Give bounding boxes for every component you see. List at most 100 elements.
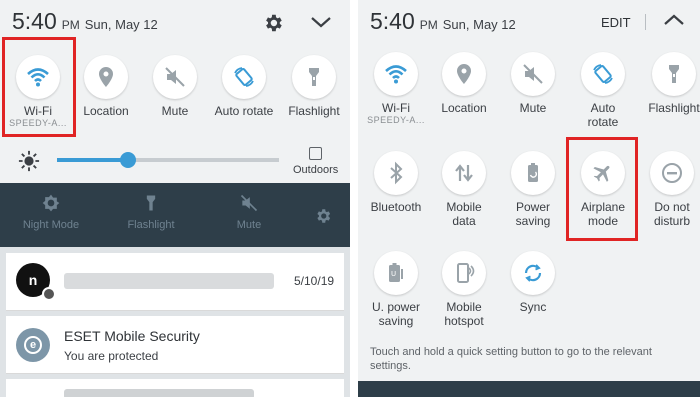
sync-icon bbox=[511, 251, 555, 295]
mobile-data-icon bbox=[442, 151, 486, 195]
airplane-mode-highlight-box bbox=[566, 137, 638, 241]
night-mode-icon bbox=[42, 194, 60, 212]
tile-ultra-power-saving[interactable]: U U. power saving bbox=[358, 251, 434, 328]
date: Sun, May 12 bbox=[84, 17, 158, 32]
outdoors-label: Outdoors bbox=[293, 164, 339, 176]
flashlight-icon bbox=[652, 52, 696, 96]
ultra-power-saving-icon: U bbox=[374, 251, 418, 295]
tile-sync[interactable]: Sync bbox=[495, 251, 571, 314]
notification-title: ESET Mobile Security bbox=[64, 328, 200, 344]
wifi-network-name: SPEEDY-A... bbox=[367, 115, 425, 125]
tile-label: Wi-Fi bbox=[382, 101, 410, 115]
tile-wifi[interactable]: Wi-Fi SPEEDY-A... bbox=[358, 52, 434, 126]
notification-card[interactable]: n 5/10/19 bbox=[6, 253, 344, 311]
tile-location[interactable]: Location bbox=[68, 55, 144, 118]
hotspot-icon bbox=[442, 251, 486, 295]
dark-item-mute[interactable]: Mute bbox=[204, 193, 294, 231]
gear-icon[interactable] bbox=[262, 12, 284, 39]
tile-label-line2: data bbox=[452, 214, 476, 228]
tile-mute[interactable]: Mute bbox=[137, 55, 213, 118]
tile-power-saving[interactable]: Power saving bbox=[495, 151, 571, 228]
am-pm: PM bbox=[61, 18, 80, 32]
auto-rotate-icon bbox=[581, 52, 625, 96]
brightness-icon bbox=[18, 150, 40, 177]
tile-label: Auto rotate bbox=[214, 104, 274, 118]
divider bbox=[645, 14, 646, 30]
tile-do-not-disturb[interactable]: Do not disturb bbox=[634, 151, 700, 228]
avatar-letter: n bbox=[28, 272, 38, 288]
chevron-down-icon[interactable] bbox=[310, 14, 332, 35]
tile-label-line2: rotate bbox=[587, 115, 619, 129]
app-badge-icon bbox=[42, 287, 56, 301]
wifi-highlight-box bbox=[2, 37, 76, 137]
notification-quick-bar: Night Mode Flashlight Mute bbox=[0, 183, 350, 247]
mute-icon bbox=[511, 52, 555, 96]
app-icon: e bbox=[16, 328, 50, 362]
tile-auto-rotate[interactable]: Auto rotate bbox=[206, 55, 282, 118]
tile-bluetooth[interactable]: Bluetooth bbox=[358, 151, 434, 214]
tile-label: Sync bbox=[519, 300, 547, 314]
tile-mobile-data[interactable]: Mobile data bbox=[426, 151, 502, 228]
left-notification-panel: 5:40 PM Sun, May 12 Wi-Fi SPEEDY-A... Lo… bbox=[0, 0, 350, 397]
tile-label-line2: saving bbox=[378, 314, 414, 328]
do-not-disturb-icon bbox=[650, 151, 694, 195]
notification-text: You are protected bbox=[64, 349, 159, 363]
location-pin-icon bbox=[442, 52, 486, 96]
tile-label: Mobile bbox=[446, 300, 482, 314]
auto-rotate-icon bbox=[222, 55, 266, 99]
dark-item-flashlight[interactable]: Flashlight bbox=[106, 193, 196, 231]
location-pin-icon bbox=[84, 55, 128, 99]
bottom-handle-bar bbox=[358, 381, 700, 397]
svg-text:U: U bbox=[391, 270, 396, 278]
tile-mobile-hotspot[interactable]: Mobile hotspot bbox=[426, 251, 502, 328]
status-bar: 5:40 PM Sun, May 12 bbox=[370, 8, 516, 35]
dark-item-label: Night Mode bbox=[22, 219, 80, 231]
outdoors-checkbox[interactable] bbox=[309, 147, 322, 160]
chevron-up-icon[interactable] bbox=[663, 12, 685, 33]
notification-card-partial[interactable] bbox=[6, 379, 344, 397]
partial-notification-text bbox=[64, 389, 254, 397]
tile-flashlight[interactable]: Flashlight bbox=[636, 52, 700, 115]
tile-label-line2: disturb bbox=[653, 214, 691, 228]
bluetooth-icon bbox=[374, 151, 418, 195]
tile-location[interactable]: Location bbox=[426, 52, 502, 115]
tile-label: Flashlight bbox=[648, 101, 700, 115]
tile-label: Location bbox=[441, 101, 487, 115]
wifi-icon bbox=[374, 52, 418, 96]
date: Sun, May 12 bbox=[442, 17, 516, 32]
tile-label: Mobile bbox=[446, 200, 482, 214]
tile-label: Mute bbox=[519, 101, 547, 115]
hint-text: Touch and hold a quick setting button to… bbox=[370, 346, 652, 372]
flashlight-icon bbox=[292, 55, 336, 99]
right-quick-settings-panel: 5:40 PM Sun, May 12 EDIT Wi-Fi SPEEDY-A.… bbox=[358, 0, 700, 397]
tile-label: Do not bbox=[654, 200, 690, 214]
dark-item-night-mode[interactable]: Night Mode bbox=[6, 193, 96, 231]
edit-button[interactable]: EDIT bbox=[601, 15, 631, 30]
tile-label-line2: hotspot bbox=[444, 314, 484, 328]
tile-label-line2: saving bbox=[515, 214, 551, 228]
brightness-thumb[interactable] bbox=[120, 152, 137, 168]
clock: 5:40 bbox=[370, 8, 415, 34]
dark-item-label: Flashlight bbox=[127, 219, 175, 231]
clock: 5:40 bbox=[12, 8, 57, 34]
notification-card[interactable]: e ESET Mobile Security You are protected bbox=[6, 316, 344, 374]
mute-icon bbox=[240, 194, 258, 212]
tile-label: Location bbox=[83, 104, 129, 118]
blurred-notification-title bbox=[64, 273, 274, 289]
tile-mute[interactable]: Mute bbox=[495, 52, 571, 115]
tile-label: U. power bbox=[371, 300, 421, 314]
status-bar: 5:40 PM Sun, May 12 bbox=[12, 8, 158, 35]
dark-item-label: Mute bbox=[236, 219, 262, 231]
mute-icon bbox=[153, 55, 197, 99]
power-saving-icon bbox=[511, 151, 555, 195]
notification-date: 5/10/19 bbox=[294, 274, 335, 288]
flashlight-icon bbox=[146, 195, 156, 211]
app-icon-letter: e bbox=[24, 336, 42, 354]
tile-auto-rotate[interactable]: Auto rotate bbox=[565, 52, 641, 129]
tile-label: Auto bbox=[590, 101, 616, 115]
brightness-level bbox=[57, 158, 129, 162]
gear-icon[interactable] bbox=[314, 207, 332, 230]
brightness-slider[interactable] bbox=[57, 152, 279, 168]
tile-label: Mute bbox=[161, 104, 189, 118]
tile-flashlight[interactable]: Flashlight bbox=[276, 55, 350, 118]
